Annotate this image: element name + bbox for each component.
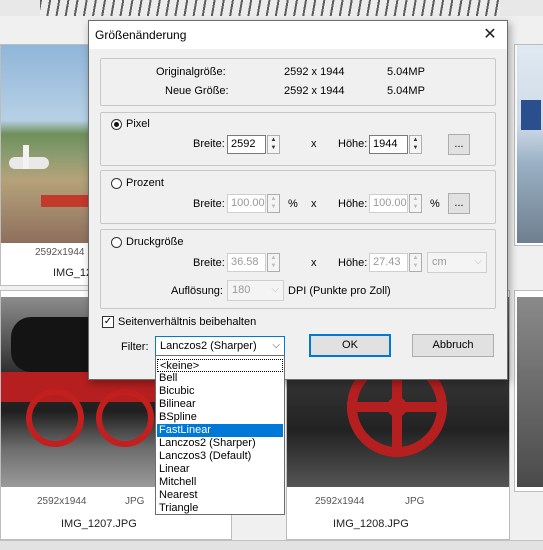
top-thumbnail-strip [0, 0, 543, 16]
percent-width-label: Breite: [193, 198, 225, 210]
thumbnail-3-name: IMG_1208.JPG [333, 518, 409, 530]
filter-option[interactable]: Bilinear [157, 398, 283, 411]
percent-height-input[interactable]: 100.00 [369, 194, 408, 213]
print-size-label: Druckgröße [126, 236, 184, 248]
thumbnail-3-dims: 2592x1944 [315, 496, 365, 507]
pixel-x-label: x [311, 138, 317, 150]
spin-down-icon[interactable]: ▼ [268, 262, 279, 270]
chevron-down-icon: ⌵ [272, 340, 280, 351]
spin-up-icon[interactable]: ▲ [268, 195, 279, 203]
percent-height-label: Höhe: [338, 198, 368, 210]
close-button[interactable]: ✕ [473, 21, 507, 49]
percent-label: Prozent [126, 177, 164, 189]
spin-up-icon[interactable]: ▲ [410, 195, 421, 203]
percent-more-button[interactable]: ... [448, 193, 470, 214]
aspect-ratio-checkbox[interactable]: ✓ [102, 316, 114, 328]
print-height-label: Höhe: [338, 257, 368, 269]
percent-width-spinner[interactable]: ▲ ▼ [267, 194, 280, 213]
filter-option[interactable]: <keine> [157, 359, 283, 372]
spin-up-icon[interactable]: ▲ [268, 254, 279, 262]
thumbnail-2-dims: 2592x1944 [37, 496, 87, 507]
dpi-label: DPI (Punkte pro Zoll) [288, 285, 391, 297]
new-size-label: Neue Größe: [165, 85, 229, 97]
print-unit-select[interactable]: cm ⌵ [427, 252, 487, 273]
filter-option[interactable]: Triangle [157, 502, 283, 515]
print-x-label: x [311, 257, 317, 269]
filter-option[interactable]: Linear [157, 463, 283, 476]
new-size-mp: 5.04MP [387, 85, 425, 97]
percent-width-unit: % [288, 198, 298, 210]
filter-dropdown-list[interactable]: <keine> Bell Bicubic Bilinear BSpline Fa… [155, 355, 285, 515]
percent-height-unit: % [430, 198, 440, 210]
print-width-spinner[interactable]: ▲ ▼ [267, 253, 280, 272]
thumbnail-3-type: JPG [405, 496, 425, 507]
filter-option[interactable]: Bell [157, 372, 283, 385]
chevron-down-icon: ⌵ [474, 256, 482, 267]
thumbnail-right-top[interactable] [514, 44, 543, 246]
resolution-select[interactable]: 180 ⌵ [227, 280, 284, 301]
filter-option[interactable]: Mitchell [157, 476, 283, 489]
new-size-dims: 2592 x 1944 [284, 85, 345, 97]
pixel-height-label: Höhe: [338, 138, 368, 150]
spin-down-icon[interactable]: ▼ [268, 144, 279, 152]
filter-option[interactable]: Lanczos2 (Sharper) [157, 437, 283, 450]
percent-x-label: x [311, 198, 317, 210]
print-height-spinner[interactable]: ▲ ▼ [409, 253, 422, 272]
resolution-label: Auflösung: [171, 285, 223, 297]
spin-down-icon[interactable]: ▼ [410, 144, 421, 152]
pixel-width-spinner[interactable]: ▲ ▼ [267, 135, 280, 154]
pixel-height-input[interactable]: 1944 [369, 135, 408, 154]
thumbnail-2-name: IMG_1207.JPG [61, 518, 137, 530]
thumbnail-2-type: JPG [125, 496, 145, 507]
airplane-tail-photo [517, 45, 543, 243]
filter-option[interactable]: Lanczos3 (Default) [157, 450, 283, 463]
close-icon: ✕ [483, 26, 497, 43]
pixel-group [100, 112, 496, 166]
pixel-width-label: Breite: [193, 138, 225, 150]
thumbnail-1[interactable]: 2592x1944 IMG_12 [0, 44, 93, 286]
percent-height-spinner[interactable]: ▲ ▼ [409, 194, 422, 213]
filter-option-highlighted[interactable]: FastLinear [157, 424, 283, 437]
resize-dialog: Größenänderung ✕ Originalgröße: 2592 x 1… [88, 20, 508, 380]
print-height-input[interactable]: 27.43 [369, 253, 408, 272]
percent-radio[interactable] [111, 178, 122, 189]
pixel-more-button[interactable]: ... [448, 134, 470, 155]
filter-label: Filter: [121, 341, 149, 353]
percent-width-input[interactable]: 100.00 [227, 194, 266, 213]
spin-down-icon[interactable]: ▼ [410, 203, 421, 211]
spin-up-icon[interactable]: ▲ [410, 254, 421, 262]
filter-option[interactable]: Bicubic [157, 385, 283, 398]
aspect-ratio-label: Seitenverhältnis beibehalten [118, 316, 257, 328]
thumbnail-1-dims: 2592x1944 [35, 247, 85, 258]
filter-select-value: Lanczos2 (Sharper) [160, 340, 257, 352]
spin-down-icon[interactable]: ▼ [410, 262, 421, 270]
airplane-photo [1, 45, 89, 243]
print-size-radio[interactable] [111, 237, 122, 248]
dialog-titlebar[interactable]: Größenänderung ✕ [89, 21, 507, 49]
spin-up-icon[interactable]: ▲ [268, 136, 279, 144]
cancel-button[interactable]: Abbruch [412, 334, 494, 357]
print-width-label: Breite: [193, 257, 225, 269]
spin-down-icon[interactable]: ▼ [268, 203, 279, 211]
chevron-down-icon: ⌵ [271, 284, 279, 295]
filter-option[interactable]: Nearest [157, 489, 283, 502]
thumbnail-1-name: IMG_12 [53, 267, 93, 279]
original-size-label: Originalgröße: [156, 66, 226, 78]
resolution-value: 180 [232, 284, 251, 296]
original-size-dims: 2592 x 1944 [284, 66, 345, 78]
original-size-mp: 5.04MP [387, 66, 425, 78]
print-width-input[interactable]: 36.58 [227, 253, 266, 272]
pixel-height-spinner[interactable]: ▲ ▼ [409, 135, 422, 154]
filter-select[interactable]: Lanczos2 (Sharper) ⌵ [155, 336, 285, 357]
filter-option[interactable]: BSpline [157, 411, 283, 424]
pixel-radio[interactable] [111, 119, 122, 130]
thumbnail-right-bottom[interactable] [514, 290, 543, 492]
spin-up-icon[interactable]: ▲ [410, 136, 421, 144]
print-unit-value: cm [432, 256, 447, 268]
pixel-label: Pixel [126, 118, 150, 130]
dialog-title: Größenänderung [95, 28, 187, 42]
pixel-width-input[interactable]: 2592 [227, 135, 266, 154]
ok-button[interactable]: OK [309, 334, 391, 357]
